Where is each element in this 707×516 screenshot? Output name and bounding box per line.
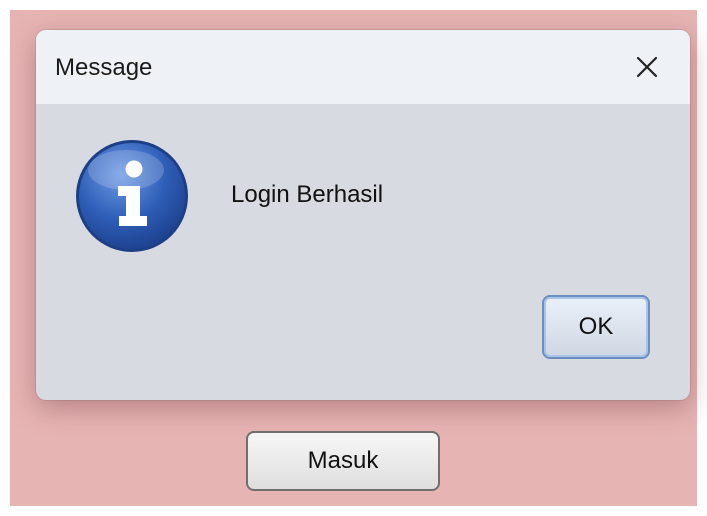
close-icon <box>636 56 658 78</box>
dialog-titlebar: Message <box>36 30 690 104</box>
dialog-title: Message <box>55 54 153 81</box>
ok-button[interactable]: OK <box>542 295 650 359</box>
masuk-button[interactable]: Masuk <box>246 431 440 491</box>
message-dialog: Message Login Berhasil OK <box>36 30 690 400</box>
dialog-message: Login Berhasil <box>231 181 384 208</box>
information-icon <box>76 140 188 252</box>
close-button[interactable] <box>630 50 664 84</box>
masuk-button-label: Masuk <box>307 447 379 474</box>
ok-button-label: OK <box>578 313 614 340</box>
